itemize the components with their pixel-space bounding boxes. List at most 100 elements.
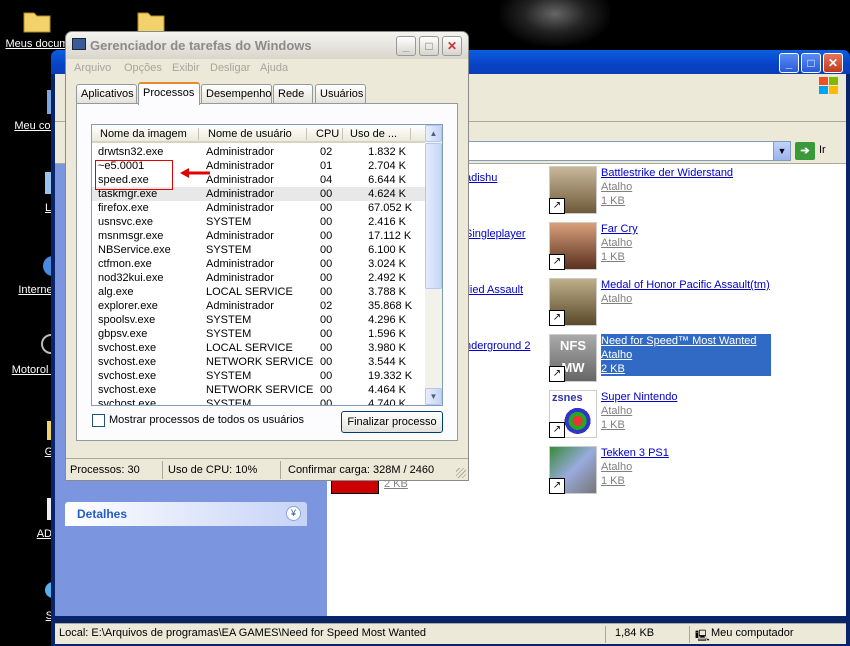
process-user-name: SYSTEM	[206, 370, 252, 382]
menu-desligar[interactable]: Desligar	[210, 62, 250, 74]
close-button[interactable]: ✕	[823, 53, 843, 73]
status-process-count: Processos: 30	[70, 464, 140, 476]
details-panel-header[interactable]: Detalhes ¥	[65, 502, 307, 526]
process-cpu: 00	[320, 272, 333, 284]
folder-icon	[21, 412, 53, 444]
file-name-partial[interactable]: nderground 2	[465, 340, 530, 352]
menu-opcoes[interactable]: Opções	[124, 62, 162, 74]
status-cpu-usage: Uso de CPU: 10%	[168, 464, 258, 476]
resize-grip[interactable]	[456, 468, 466, 478]
process-row[interactable]: drwtsn32.exe Administrador 02 1.832 K	[92, 145, 426, 159]
status-location: Local: E:\Arquivos de programas\EA GAMES…	[59, 627, 427, 639]
close-button[interactable]: ✕	[442, 36, 462, 56]
process-cpu: 00	[320, 328, 333, 340]
process-memory: 4.296 K	[368, 314, 406, 326]
process-user-name: Administrador	[206, 272, 274, 284]
file-name-partial[interactable]: adishu	[465, 172, 497, 184]
process-memory: 2.416 K	[368, 216, 406, 228]
process-user-name: SYSTEM	[206, 398, 252, 406]
column-header-user-name[interactable]: Nome de usuário	[208, 128, 292, 140]
process-user-name: LOCAL SERVICE	[206, 286, 293, 298]
column-header-cpu[interactable]: CPU	[316, 128, 339, 140]
process-image-name: nod32kui.exe	[98, 272, 164, 284]
maximize-button[interactable]: □	[801, 53, 821, 73]
scroll-down-button[interactable]: ▼	[425, 388, 442, 405]
process-cpu: 00	[320, 258, 333, 270]
file-name: Battlestrike der Widerstand	[601, 167, 734, 179]
chevron-down-icon[interactable]: ▼	[773, 142, 790, 160]
process-list[interactable]: Nome da imagem Nome de usuário CPU Uso d…	[91, 124, 443, 406]
maximize-button[interactable]: □	[419, 36, 439, 56]
file-size: 1 KB	[601, 251, 625, 263]
file-item[interactable]: ↗ Medal of Honor Pacific Assault(tm) Atal…	[549, 278, 770, 334]
vertical-scrollbar[interactable]: ▲ ▼	[425, 125, 442, 405]
phone-tool-icon	[21, 330, 61, 362]
process-image-name: explorer.exe	[98, 300, 158, 312]
tab-aplicativos[interactable]: Aplicativos	[76, 84, 137, 104]
tab-processos[interactable]: Processos	[138, 82, 200, 105]
file-item[interactable]: ↗ Battlestrike der Widerstand Atalho 1 KB	[549, 166, 769, 222]
scroll-thumb[interactable]	[425, 143, 442, 289]
go-arrow-icon[interactable]: ➔	[795, 142, 815, 160]
task-manager-title-bar[interactable]: Gerenciador de tarefas do Windows _ □ ✕	[66, 32, 468, 59]
file-name-partial[interactable]: llied Assault	[465, 284, 523, 296]
process-row[interactable]: ctfmon.exe Administrador 00 3.024 K	[92, 257, 426, 271]
menu-arquivo[interactable]: Arquivo	[74, 62, 111, 74]
process-row[interactable]: usnsvc.exe SYSTEM 00 2.416 K	[92, 215, 426, 229]
process-memory: 2.492 K	[368, 272, 406, 284]
process-row[interactable]: spoolsv.exe SYSTEM 00 4.296 K	[92, 313, 426, 327]
process-row[interactable]: alg.exe LOCAL SERVICE 00 3.788 K	[92, 285, 426, 299]
process-image-name: svchost.exe	[98, 342, 157, 354]
process-row[interactable]: svchost.exe SYSTEM 00 4.740 K	[92, 397, 426, 406]
tab-usuarios[interactable]: Usuários	[315, 84, 366, 104]
file-item[interactable]: ↗ Far Cry Atalho 1 KB	[549, 222, 769, 278]
tab-rede[interactable]: Rede	[273, 84, 313, 104]
file-item-selected[interactable]: NFS MW ↗ Need for Speed™ Most Wanted Atalh…	[549, 334, 771, 390]
column-header-memory[interactable]: Uso de ...	[350, 128, 397, 140]
minimize-button[interactable]: _	[779, 53, 799, 73]
process-row[interactable]: nod32kui.exe Administrador 00 2.492 K	[92, 271, 426, 285]
process-row[interactable]: firefox.exe Administrador 00 67.052 K	[92, 201, 426, 215]
process-cpu: 00	[320, 202, 333, 214]
recycle-bin-icon	[21, 168, 53, 200]
process-cpu: 02	[320, 300, 333, 312]
file-item[interactable]: ↗ Tekken 3 PS1 Atalho 1 KB	[549, 446, 769, 502]
process-user-name: SYSTEM	[206, 314, 252, 326]
process-user-name: LOCAL SERVICE	[206, 342, 293, 354]
file-size: 2 KB	[601, 363, 625, 375]
process-row[interactable]: msnmsgr.exe Administrador 00 17.112 K	[92, 229, 426, 243]
process-cpu: 00	[320, 244, 333, 256]
chevron-down-icon[interactable]: ¥	[286, 506, 301, 521]
show-all-processes-checkbox[interactable]	[92, 414, 105, 427]
column-header-image-name[interactable]: Nome da imagem	[100, 128, 187, 140]
process-row[interactable]: svchost.exe SYSTEM 00 19.332 K	[92, 369, 426, 383]
go-button-label[interactable]: Ir	[819, 144, 826, 156]
shortcut-arrow-icon: ↗	[549, 198, 565, 214]
process-row[interactable]: svchost.exe LOCAL SERVICE 00 3.980 K	[92, 341, 426, 355]
status-commit-charge: Confirmar carga: 328M / 2460	[288, 464, 435, 476]
process-user-name: NETWORK SERVICE	[206, 384, 314, 396]
process-row[interactable]: explorer.exe Administrador 02 35.868 K	[92, 299, 426, 313]
process-cpu: 00	[320, 342, 333, 354]
menu-ajuda[interactable]: Ajuda	[260, 62, 288, 74]
process-user-name: Administrador	[206, 258, 274, 270]
minimize-button[interactable]: _	[396, 36, 416, 56]
tab-desempenho[interactable]: Desempenho	[201, 84, 272, 104]
process-memory: 35.868 K	[368, 300, 413, 312]
process-row[interactable]: gbpsv.exe SYSTEM 00 1.596 K	[92, 327, 426, 341]
desktop-icon-my-documents[interactable]: Meus docum	[2, 4, 72, 50]
show-all-processes-label[interactable]: Mostrar processos de todos os usuários	[109, 414, 304, 426]
process-memory: 3.024 K	[368, 258, 406, 270]
process-row[interactable]: svchost.exe NETWORK SERVICE 00 4.464 K	[92, 383, 426, 397]
end-process-button[interactable]: Finalizar processo	[341, 411, 443, 433]
scroll-up-button[interactable]: ▲	[425, 125, 442, 142]
process-memory: 67.052 K	[368, 202, 413, 214]
file-name-partial[interactable]: Singleplayer	[465, 228, 526, 240]
file-item[interactable]: zsnes ↗ Super Nintendo Atalho 1 KB	[549, 390, 769, 446]
process-image-name: NBService.exe	[98, 244, 171, 256]
process-row[interactable]: NBService.exe SYSTEM 00 6.100 K	[92, 243, 426, 257]
process-memory: 4.624 K	[368, 188, 406, 200]
process-user-name: Administrador	[206, 146, 274, 158]
menu-exibir[interactable]: Exibir	[172, 62, 200, 74]
process-row[interactable]: svchost.exe NETWORK SERVICE 00 3.544 K	[92, 355, 426, 369]
